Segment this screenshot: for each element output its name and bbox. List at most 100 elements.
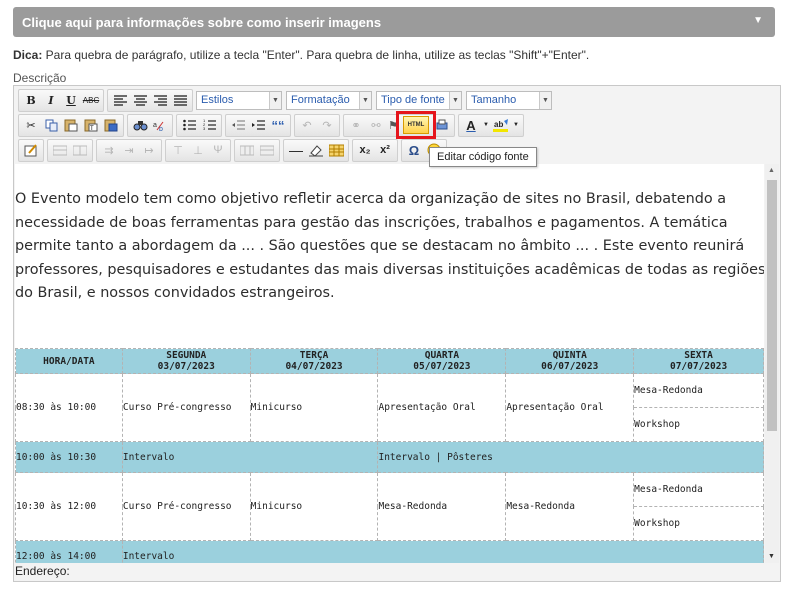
- scrollbar-thumb[interactable]: [767, 180, 777, 431]
- image-help-accordion[interactable]: Clique aqui para informações sobre como …: [13, 7, 775, 37]
- align-right-icon[interactable]: [151, 91, 169, 109]
- scroll-up-icon[interactable]: ▲: [768, 167, 775, 174]
- copy-icon[interactable]: [42, 116, 60, 134]
- insert-col-icon[interactable]: ⊥: [189, 141, 207, 159]
- time-cell: 10:00 às 10:30: [15, 441, 123, 473]
- paste-text-icon[interactable]: T: [82, 116, 100, 134]
- header-thursday: QUINTA 06/07/2023: [505, 348, 635, 374]
- align-left-icon[interactable]: [111, 91, 129, 109]
- bulleted-list-icon[interactable]: [180, 116, 198, 134]
- cell-props-icon[interactable]: ↦: [140, 141, 158, 159]
- size-select[interactable]: Tamanho ▼: [466, 90, 552, 110]
- hint-label: Dica:: [13, 48, 43, 62]
- chevron-down-icon: ▼: [449, 91, 461, 109]
- event-description-paragraph: O Evento modelo tem como objetivo reflet…: [15, 191, 764, 302]
- indent-icon[interactable]: [249, 116, 267, 134]
- table-rows-icon[interactable]: [51, 141, 69, 159]
- element-path-bar: Endereço:: [15, 564, 70, 578]
- text-color-icon[interactable]: A: [462, 116, 480, 134]
- hint-body: Para quebra de parágrafo, utilize a tecl…: [42, 48, 590, 62]
- bold-button[interactable]: B: [22, 91, 40, 109]
- blockquote-icon[interactable]: ““: [269, 116, 287, 134]
- time-cell: 10:30 às 12:00: [15, 472, 123, 541]
- numbered-list-icon[interactable]: 123: [200, 116, 218, 134]
- background-color-icon[interactable]: ab: [492, 116, 510, 134]
- styles-select[interactable]: Estilos ▼: [196, 90, 282, 110]
- eraser-icon[interactable]: [307, 141, 325, 159]
- superscript-button[interactable]: x²: [376, 141, 394, 159]
- chevron-down-icon[interactable]: ▼: [512, 116, 520, 134]
- undo-icon[interactable]: ↶: [298, 116, 316, 134]
- horizontal-rule-icon[interactable]: —: [287, 141, 305, 159]
- basic-styles-group: B I U ABC: [18, 88, 104, 112]
- paste-word-icon[interactable]: [102, 116, 120, 134]
- delete-row-icon[interactable]: Ψ: [209, 141, 227, 159]
- table-cell: Apresentação Oral: [377, 373, 507, 442]
- font-select[interactable]: Tipo de fonte ▼: [376, 90, 462, 110]
- table-cell: Workshop: [633, 407, 764, 442]
- chevron-down-icon[interactable]: ▼: [482, 116, 490, 134]
- table-cell: Workshop: [633, 506, 764, 541]
- schedule-table: HORA/DATA SEGUNDA 03/07/2023 TERÇA 04/07/2…: [15, 348, 764, 563]
- table-cell: Intervalo: [121, 441, 379, 473]
- table-cols-icon[interactable]: [71, 141, 89, 159]
- editor-content-area[interactable]: O Evento modelo tem como objetivo reflet…: [15, 164, 764, 563]
- scroll-down-icon[interactable]: ▼: [768, 553, 775, 560]
- svg-text:T: T: [90, 126, 94, 132]
- align-center-icon[interactable]: [131, 91, 149, 109]
- edit-note-icon[interactable]: [22, 141, 40, 159]
- replace-icon[interactable]: ab: [151, 116, 169, 134]
- align-group: [107, 88, 193, 112]
- table-row: 10:00 às 10:30 Intervalo Intervalo | Pôs…: [15, 441, 764, 473]
- clipboard-group: ✂ T: [18, 113, 124, 137]
- toolbar-row-2: ✂ T ab 123 ““ ↶ ↷ ⚭ ⚯ ⚑ HTML A ▼ ab ▼: [18, 113, 527, 137]
- split-cells-icon[interactable]: ⇥: [120, 141, 138, 159]
- merge-cells-icon[interactable]: ⇉: [100, 141, 118, 159]
- link-icon[interactable]: ⚭: [347, 116, 365, 134]
- table-icon[interactable]: [327, 141, 345, 159]
- row-tools-group: ⊤ ⊥ Ψ: [165, 138, 231, 162]
- paste-icon[interactable]: [62, 116, 80, 134]
- redo-icon[interactable]: ↷: [318, 116, 336, 134]
- insert-row-icon[interactable]: ⊤: [169, 141, 187, 159]
- table-cell: Curso Pré-congresso: [121, 472, 251, 541]
- time-cell: 08:30 às 10:00: [15, 373, 123, 442]
- table-delete-icon[interactable]: [258, 141, 276, 159]
- script-group: x₂ x²: [352, 138, 398, 162]
- format-value: Formatação: [291, 94, 350, 106]
- header-wednesday: QUARTA 05/07/2023: [377, 348, 507, 374]
- undo-group: ↶ ↷: [294, 113, 340, 137]
- toolbar-row-3: ⇉ ⇥ ↦ ⊤ ⊥ Ψ — x₂ x² Ω: [18, 138, 450, 162]
- unlink-icon[interactable]: ⚯: [367, 116, 385, 134]
- form-group: [18, 138, 44, 162]
- table-cell: Minicurso: [249, 472, 379, 541]
- cut-icon[interactable]: ✂: [22, 116, 40, 134]
- indent-group: ““: [225, 113, 291, 137]
- align-justify-icon[interactable]: [171, 91, 189, 109]
- table-tools-group: [47, 138, 93, 162]
- underline-button[interactable]: U: [62, 91, 80, 109]
- rich-text-editor: B I U ABC Estilos ▼ Formatação ▼ Tipo de…: [13, 85, 781, 582]
- table-grid-icon[interactable]: [238, 141, 256, 159]
- find-group: ab: [127, 113, 173, 137]
- outdent-icon[interactable]: [229, 116, 247, 134]
- table-cell: Mesa-Redonda: [377, 472, 507, 541]
- description-label: Descrição: [13, 71, 67, 85]
- table-cell: Apresentação Oral: [505, 373, 635, 442]
- vertical-scrollbar[interactable]: ▲ ▼: [765, 164, 779, 563]
- table-row: 08:30 às 10:00 Curso Pré-congresso Minic…: [15, 373, 764, 442]
- italic-button[interactable]: I: [42, 91, 60, 109]
- svg-text:ab: ab: [494, 120, 503, 129]
- svg-text:a: a: [153, 122, 157, 129]
- strikethrough-button[interactable]: ABC: [82, 91, 100, 109]
- header-friday: SEXTA 07/07/2023: [633, 348, 764, 374]
- cell-tools-group: ⇉ ⇥ ↦: [96, 138, 162, 162]
- accordion-title: Clique aqui para informações sobre como …: [22, 15, 382, 30]
- special-char-button[interactable]: Ω: [405, 141, 423, 159]
- table-cell: Intervalo: [121, 540, 764, 563]
- table-cell: Minicurso: [249, 373, 379, 442]
- subscript-button[interactable]: x₂: [356, 141, 374, 159]
- format-select[interactable]: Formatação ▼: [286, 90, 372, 110]
- find-icon[interactable]: [131, 116, 149, 134]
- time-cell: 12:00 às 14:00: [15, 540, 123, 563]
